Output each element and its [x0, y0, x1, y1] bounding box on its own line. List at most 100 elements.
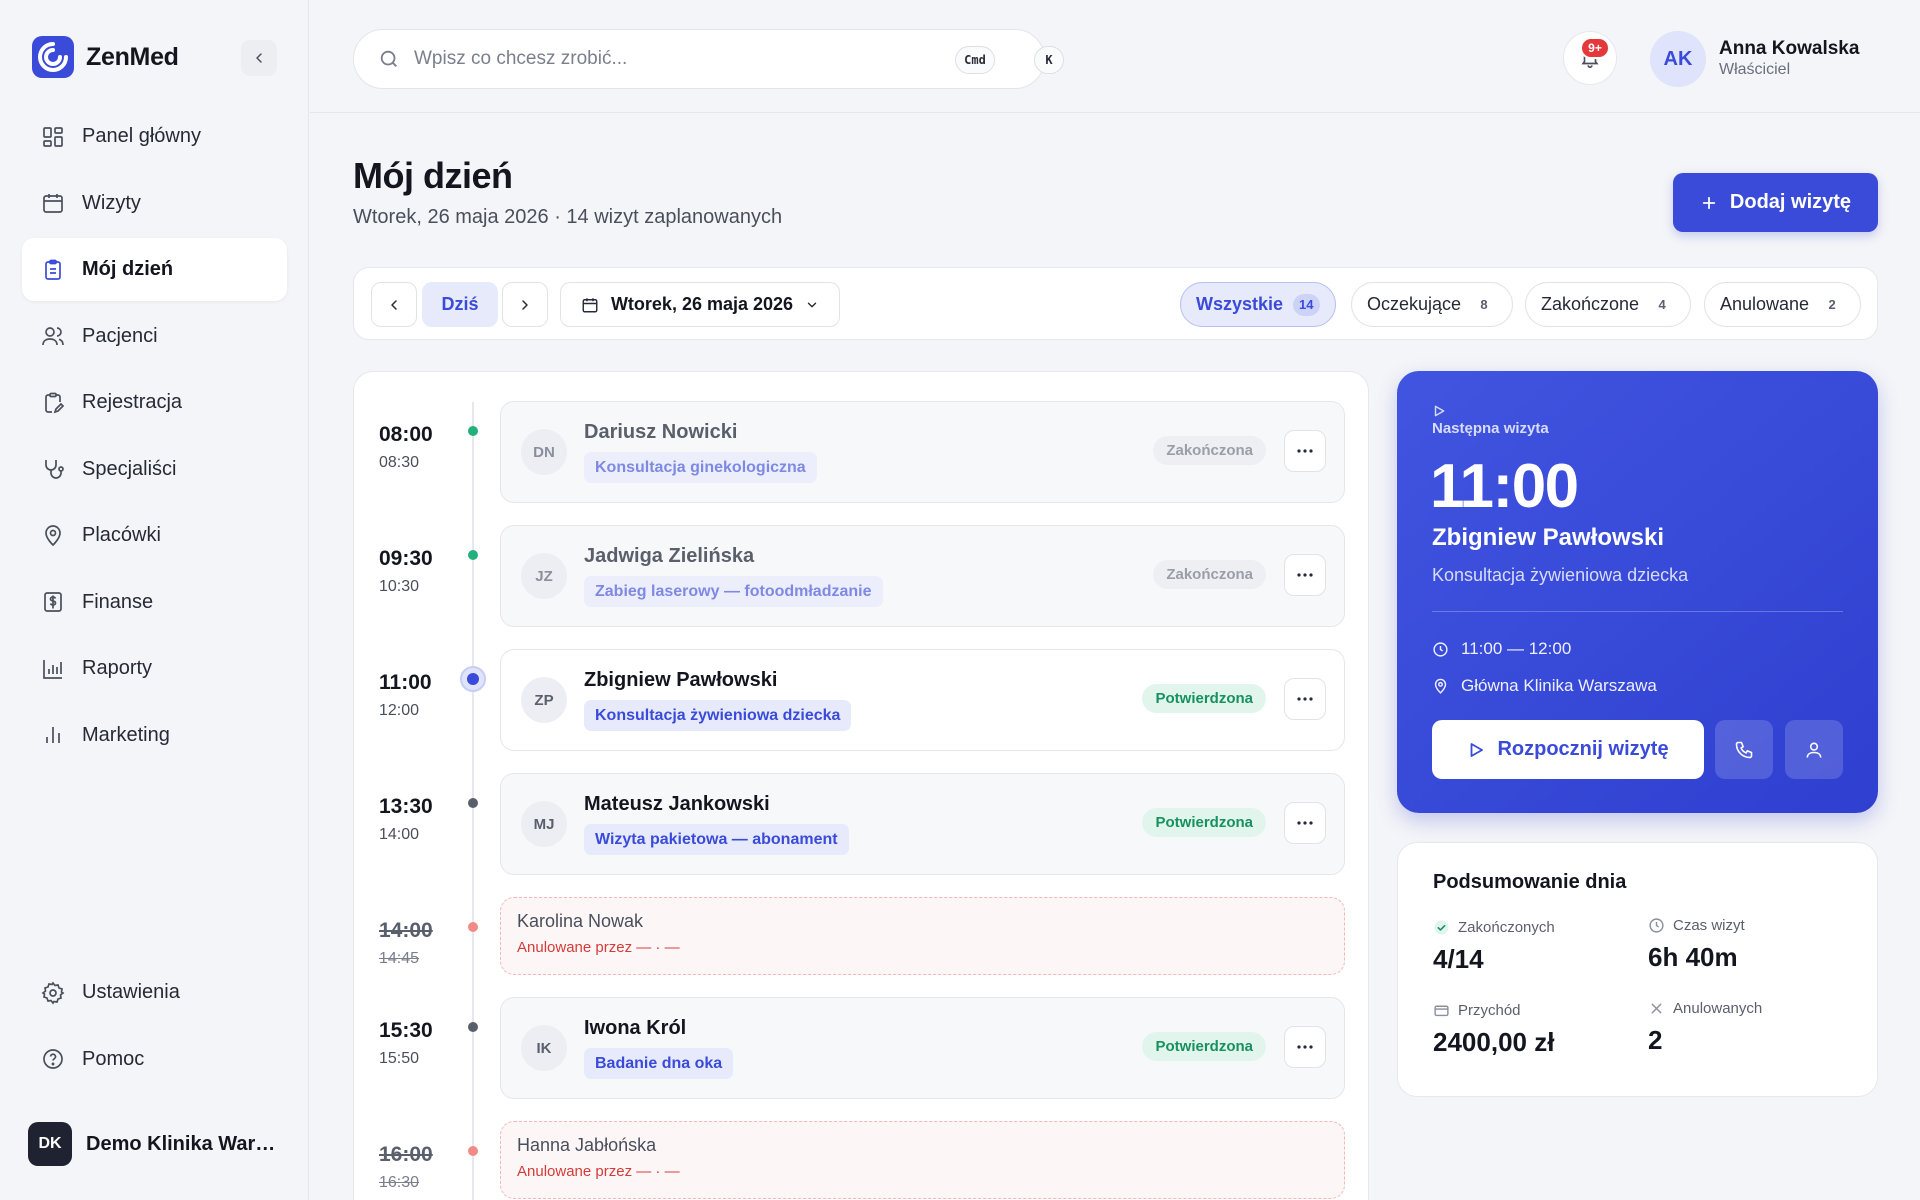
timeline-slot: 11:00 12:00 ZP Zbigniew Pawłowski Konsul… [354, 649, 1368, 753]
appointment-card[interactable]: DN Dariusz Nowicki Konsultacja ginekolog… [500, 401, 1345, 503]
revenue-stat-label: Przychód [1433, 1002, 1521, 1019]
patient-avatar: DN [521, 429, 567, 475]
today-button[interactable]: Dziś [422, 282, 498, 327]
clock-icon [1649, 918, 1664, 933]
user-name[interactable]: Anna Kowalska [1719, 38, 1859, 60]
sidebar-item-finance[interactable]: Finanse [22, 571, 287, 634]
more-actions-button[interactable] [1284, 554, 1326, 596]
filter-tab-completed[interactable]: Zakończone 4 [1525, 282, 1692, 327]
previous-day-button[interactable] [371, 282, 417, 327]
patient-name: Dariusz Nowicki [584, 421, 738, 443]
sidebar-item-my-day[interactable]: Mój dzień [22, 238, 287, 301]
sidebar-item-marketing[interactable]: Marketing [22, 704, 287, 767]
appointment-card[interactable]: ZP Zbigniew Pawłowski Konsultacja żywien… [500, 649, 1345, 751]
service-tag: Konsultacja żywieniowa dziecka [584, 700, 852, 731]
sidebar-item-label: Placówki [82, 524, 161, 546]
location-value: Główna Klinika Warszawa [1461, 676, 1657, 695]
next-visit-time: 11:00 [1430, 452, 1579, 521]
next-visit-time-range: 11:00 — 12:00 [1432, 639, 1571, 659]
status-dot [468, 922, 478, 932]
sidebar-item-reports[interactable]: Raporty [22, 637, 287, 700]
slot-end-time: 14:00 [379, 826, 420, 843]
cancelled-appointment-card[interactable]: Hanna Jabłońska Anulowane przez — · — [500, 1121, 1345, 1199]
user-icon [1806, 742, 1822, 758]
clock-icon [1433, 641, 1448, 657]
filter-tab-label: Zakończone [1541, 294, 1640, 314]
divider [1432, 611, 1843, 612]
sidebar-item-label: Wizyty [82, 191, 141, 214]
command-search[interactable]: Cmd K [353, 29, 1064, 89]
calendar-icon [582, 297, 598, 312]
filter-tab-pending[interactable]: Oczekujące 8 [1351, 282, 1514, 327]
summary-title: Podsumowanie dnia [1433, 871, 1627, 893]
slot-start-time: 15:30 [379, 1019, 433, 1042]
brand[interactable]: ZenMed [32, 36, 179, 78]
sidebar-item-label: Raporty [82, 657, 153, 679]
sidebar-item-label: Marketing [82, 723, 170, 746]
chevron-right-icon [522, 299, 528, 310]
timeline-slot: 08:00 08:30 DN Dariusz Nowicki Konsultac… [354, 401, 1368, 505]
day-summary-card: Podsumowanie dnia Zakończonych 4/14 Czas… [1397, 842, 1878, 1097]
appointment-card[interactable]: IK Iwona Król Badanie dna oka Potwierdzo… [500, 997, 1345, 1099]
collapse-sidebar-button[interactable] [241, 40, 277, 76]
filter-tab-count: 8 [1480, 297, 1488, 312]
filter-bar: Dziś Wtorek, 26 maja 2026 Wszystkie 14 O… [353, 267, 1878, 340]
add-visit-button[interactable]: Dodaj wizytę [1673, 173, 1878, 232]
organization-switcher[interactable]: DK Demo Klinika Warszawa [28, 1122, 288, 1166]
status-badge: Potwierdzona [1142, 684, 1266, 713]
patient-profile-button[interactable] [1785, 720, 1843, 779]
sidebar-item-visits[interactable]: Wizyty [22, 172, 287, 235]
next-day-button[interactable] [502, 282, 548, 327]
more-actions-button[interactable] [1284, 678, 1326, 720]
sidebar-item-settings[interactable]: Ustawienia [22, 961, 287, 1024]
appointment-card[interactable]: JZ Jadwiga Zielińska Zabieg laserowy — f… [500, 525, 1345, 627]
slot-start-time: 11:00 [379, 671, 432, 694]
more-actions-button[interactable] [1284, 430, 1326, 472]
next-visit-location: Główna Klinika Warszawa [1432, 676, 1657, 696]
completed-value: 4/14 [1433, 944, 1484, 974]
sidebar-item-specialists[interactable]: Specjaliści [22, 438, 287, 501]
sidebar: ZenMed Panel główny Wizyty Mój dzień Pac… [0, 0, 309, 1200]
appointment-card[interactable]: MJ Mateusz Jankowski Wizyta pakietowa — … [500, 773, 1345, 875]
more-actions-button[interactable] [1284, 802, 1326, 844]
filter-tab-label: Anulowane [1720, 294, 1810, 314]
filter-tab-label: Oczekujące [1367, 294, 1462, 314]
map-pin-icon [45, 524, 61, 546]
slot-end-time: 16:30 [379, 1174, 420, 1191]
service-tag: Konsultacja ginekologiczna [584, 452, 817, 483]
sidebar-item-label: Pomoc [82, 1047, 145, 1070]
duration-value: 6h 40m [1648, 942, 1738, 972]
more-horizontal-icon [1297, 1045, 1313, 1049]
slot-start-time: 16:00 [379, 1143, 433, 1166]
filter-tab-cancelled[interactable]: Anulowane 2 [1704, 282, 1862, 327]
sidebar-item-label: Ustawienia [82, 981, 180, 1003]
next-visit-service: Konsultacja żywieniowa dziecka [1432, 565, 1689, 585]
user-avatar[interactable]: AK [1650, 31, 1706, 87]
more-horizontal-icon [1297, 449, 1313, 453]
more-actions-button[interactable] [1284, 1026, 1326, 1068]
sidebar-item-registration[interactable]: Rejestracja [22, 371, 287, 434]
sidebar-item-patients[interactable]: Pacjenci [22, 305, 287, 368]
start-visit-button[interactable]: Rozpocznij wizytę [1432, 720, 1704, 779]
service-tag: Wizyta pakietowa — abonament [584, 824, 849, 855]
status-badge: Zakończona [1153, 560, 1266, 589]
filter-tab-count: 2 [1828, 297, 1836, 312]
search-input[interactable] [414, 48, 934, 70]
patient-name: Karolina Nowak [517, 911, 644, 931]
filter-tab-label: Wszystkie [1196, 294, 1284, 314]
sidebar-item-locations[interactable]: Placówki [22, 504, 287, 567]
patient-name: Jadwiga Zielińska [584, 545, 755, 567]
cancelled-appointment-card[interactable]: Karolina Nowak Anulowane przez — · — [500, 897, 1345, 975]
sidebar-item-help[interactable]: Pomoc [22, 1028, 287, 1091]
call-patient-button[interactable] [1715, 720, 1773, 779]
slot-start-time: 09:30 [379, 547, 433, 570]
chevron-down-icon [807, 302, 817, 307]
completed-label: Zakończonych [1458, 919, 1555, 936]
filter-tab-all[interactable]: Wszystkie 14 [1180, 282, 1336, 327]
org-name: Demo Klinika Warszawa [86, 1132, 276, 1155]
service-tag: Zabieg laserowy — fotoodmładzanie [584, 576, 883, 607]
more-horizontal-icon [1297, 697, 1313, 701]
bar-chart-2-icon [46, 727, 60, 743]
sidebar-item-dashboard[interactable]: Panel główny [22, 105, 287, 168]
date-picker[interactable]: Wtorek, 26 maja 2026 [560, 282, 840, 327]
